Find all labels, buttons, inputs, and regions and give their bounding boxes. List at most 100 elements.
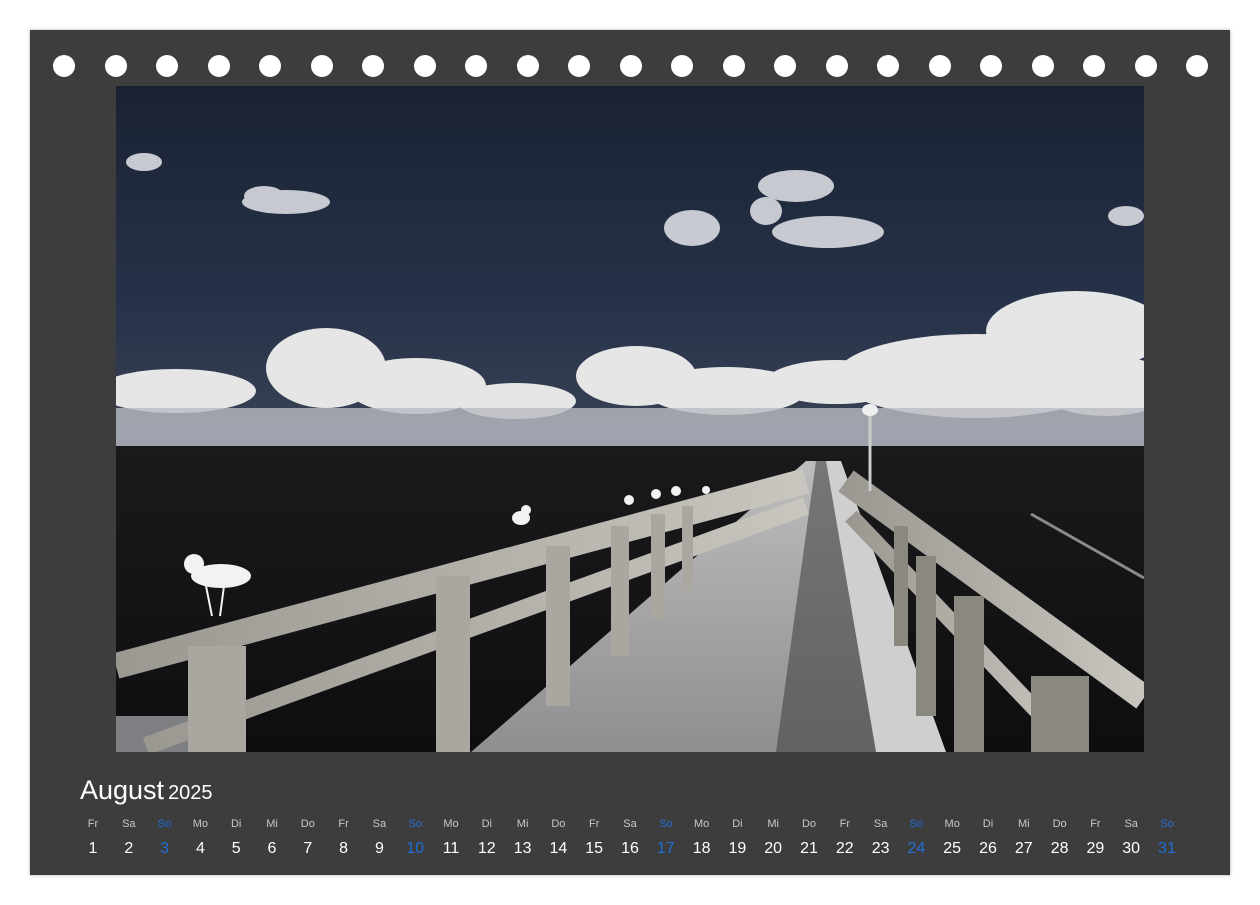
- day-number: 28: [1050, 840, 1069, 857]
- binding-hole: [825, 55, 848, 77]
- calendar-day: So 24: [896, 816, 936, 860]
- calendar-day: Mo 18: [682, 816, 722, 860]
- day-number: 18: [692, 840, 711, 857]
- calendar-day: Do 21: [789, 816, 829, 860]
- weekday-label: Fr: [839, 818, 850, 830]
- calendar-day: Mo 25: [932, 816, 972, 860]
- calendar-day: Fr 1: [73, 816, 113, 860]
- weekday-label: Mo: [443, 818, 459, 830]
- binding-hole: [619, 55, 642, 77]
- weekday-label: Mo: [693, 818, 710, 830]
- calendar-day: So 10: [395, 816, 435, 860]
- calendar-day: Di 5: [216, 816, 256, 860]
- day-number: 20: [764, 840, 783, 857]
- calendar-day: Sa 23: [861, 816, 901, 860]
- calendar-day: Mi 13: [503, 816, 543, 860]
- day-number: 22: [835, 840, 854, 857]
- weekday-label: Mi: [767, 818, 779, 830]
- weekday-label: Di: [230, 818, 242, 830]
- binding-hole: [413, 55, 436, 77]
- calendar-day: Sa 16: [610, 816, 650, 860]
- weekday-label: Mi: [1017, 818, 1030, 830]
- binding-hole: [362, 55, 384, 77]
- binding-hole: [1031, 55, 1054, 77]
- weekday-label: Sa: [873, 818, 888, 830]
- weekday-label: Do: [801, 818, 817, 830]
- weekday-label: Do: [551, 818, 566, 830]
- day-number: 29: [1086, 840, 1105, 857]
- calendar-day: Do 14: [538, 816, 578, 860]
- day-number: 24: [907, 840, 926, 857]
- weekday-label: Mo: [944, 818, 960, 830]
- weekday-label: Di: [732, 818, 743, 830]
- binding-hole: [877, 55, 899, 77]
- day-number: 14: [549, 840, 568, 857]
- calendar-day: Di 12: [467, 816, 507, 860]
- year-label: 2025: [168, 782, 213, 804]
- calendar-day: Sa 9: [359, 816, 399, 860]
- day-number: 6: [267, 840, 277, 857]
- calendar-day: Di 26: [968, 816, 1008, 860]
- day-number: 30: [1122, 840, 1141, 857]
- day-number: 8: [339, 840, 349, 857]
- day-number: 4: [195, 840, 205, 857]
- calendar-day: Di 19: [717, 816, 757, 860]
- day-number: 15: [585, 840, 604, 857]
- weekday-label: Sa: [1124, 818, 1138, 830]
- day-number: 17: [656, 840, 675, 857]
- weekday-label: Sa: [372, 818, 387, 830]
- calendar-day: Do 7: [288, 816, 328, 860]
- day-number: 9: [374, 840, 384, 857]
- binding-hole: [671, 55, 693, 77]
- calendar-day: Mi 6: [252, 816, 292, 860]
- binding-hole: [980, 55, 1002, 77]
- day-number: 26: [979, 840, 997, 857]
- binding-hole: [774, 55, 796, 77]
- binding-hole: [104, 55, 127, 77]
- calendar-day: Sa 2: [109, 816, 149, 860]
- weekday-label: Do: [300, 818, 315, 830]
- month-title: August 2025: [80, 775, 213, 806]
- binding-hole: [259, 55, 281, 77]
- binding-hole: [1134, 55, 1157, 77]
- weekday-label: Fr: [588, 818, 600, 830]
- weekday-label: So: [1160, 818, 1174, 830]
- calendar-day: Fr 22: [825, 816, 865, 860]
- calendar-day: So 17: [646, 816, 686, 860]
- weekday-label: Do: [1052, 818, 1067, 830]
- calendar-day: Mo 4: [180, 816, 220, 860]
- binding-hole: [207, 55, 230, 77]
- binding-hole: [465, 55, 487, 77]
- day-number: 13: [513, 840, 532, 857]
- weekday-label: So: [659, 818, 673, 830]
- calendar-day: Fr 29: [1075, 816, 1115, 860]
- binding-hole: [568, 55, 590, 77]
- day-number: 25: [943, 840, 962, 857]
- weekday-label: Di: [481, 818, 492, 830]
- day-number: 11: [442, 840, 460, 857]
- weekday-label: Sa: [122, 818, 136, 830]
- day-number: 1: [88, 840, 98, 857]
- weekday-label: Di: [982, 818, 994, 830]
- weekday-label: Sa: [623, 818, 637, 830]
- calendar-day: Mi 20: [753, 816, 793, 860]
- weekday-label: Fr: [87, 818, 99, 830]
- weekday-label: Mo: [192, 818, 209, 830]
- day-number: 21: [800, 840, 818, 857]
- day-number: 16: [621, 840, 639, 857]
- calendar-day: So 3: [145, 816, 185, 860]
- binding-hole: [1083, 55, 1105, 77]
- day-number: 19: [728, 840, 747, 857]
- calendar-day: Fr 8: [324, 816, 364, 860]
- binding-hole: [722, 55, 745, 77]
- weekday-label: So: [909, 818, 924, 830]
- calendar-day: Sa 30: [1111, 816, 1151, 860]
- binding-hole: [156, 55, 178, 77]
- binding-hole: [928, 55, 951, 77]
- weekday-label: Mi: [266, 818, 278, 830]
- binding-hole: [1186, 55, 1208, 77]
- day-number: 27: [1014, 840, 1033, 857]
- calendar-day: So 31: [1147, 816, 1187, 860]
- weekday-label: Fr: [1090, 818, 1101, 830]
- binding-hole: [516, 55, 539, 77]
